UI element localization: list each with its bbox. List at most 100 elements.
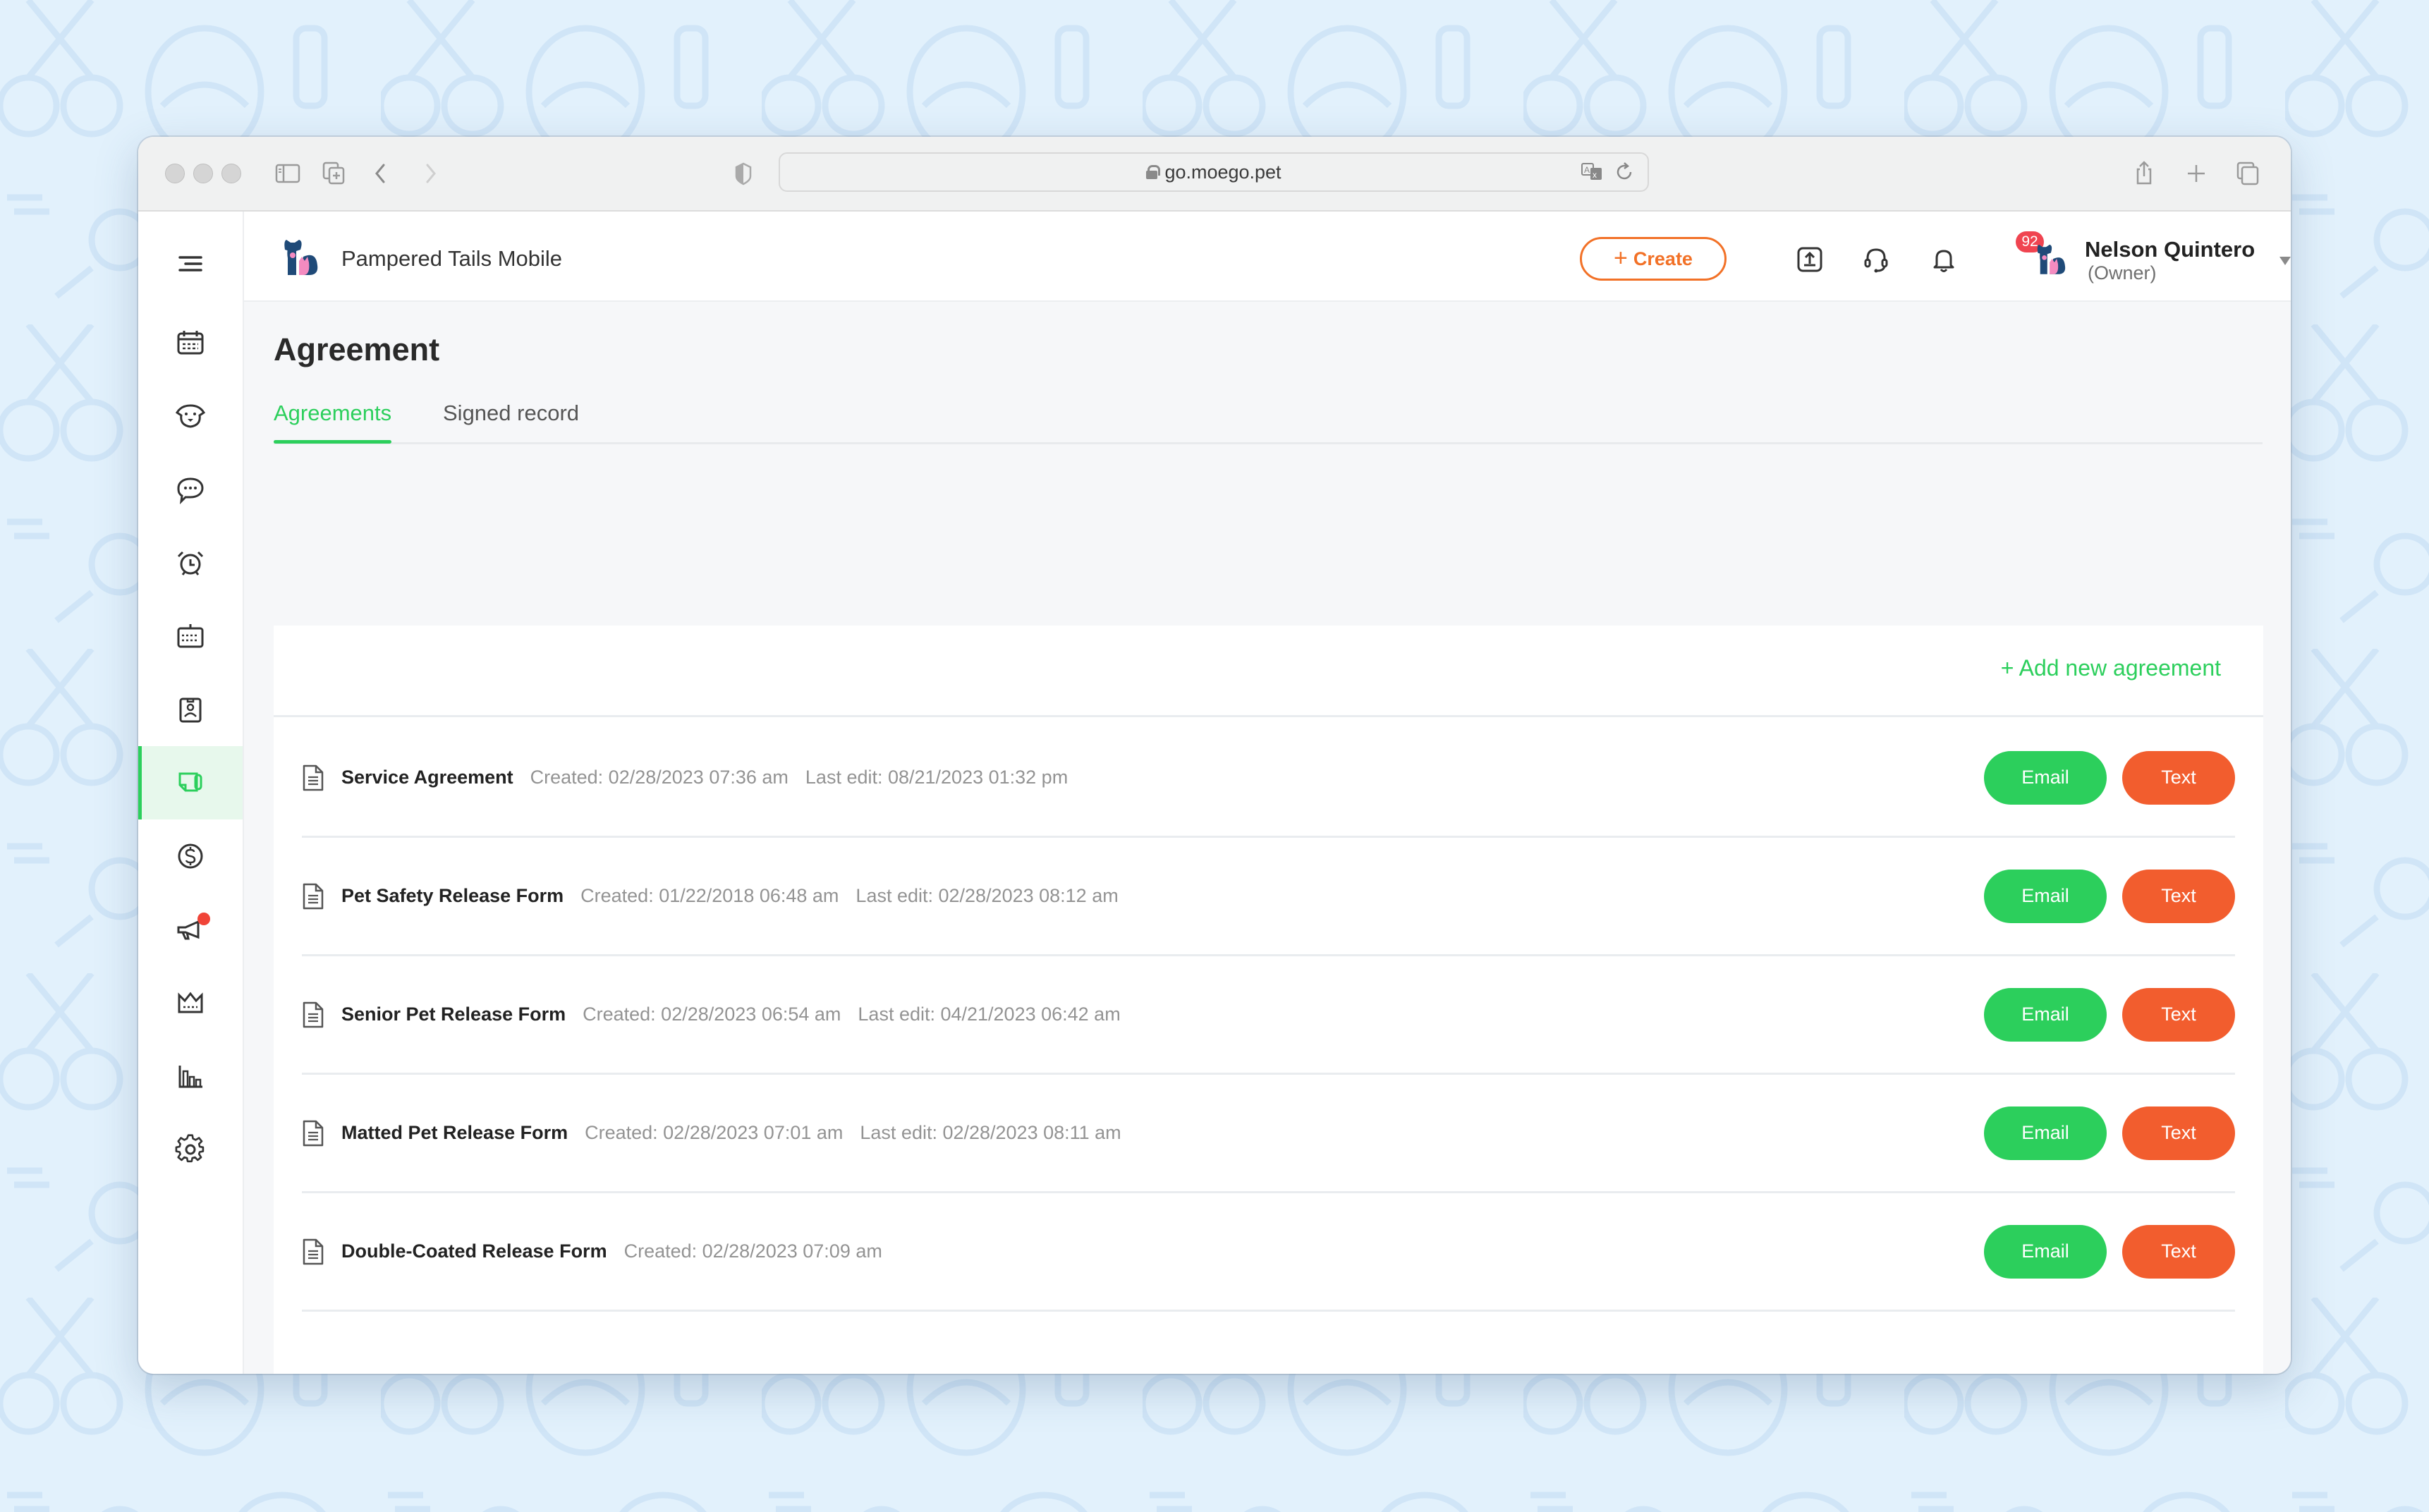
agreement-name[interactable]: Matted Pet Release Form	[341, 1122, 568, 1144]
agreement-row[interactable]: Double-Coated Release Form Created: 02/2…	[302, 1193, 2235, 1312]
agreements-card: + Add new agreement Service Agreement Cr…	[274, 626, 2263, 1374]
sidebar-item-messages[interactable]	[138, 453, 243, 526]
notification-dot	[197, 913, 210, 925]
sidebar-item-clients-pets[interactable]	[138, 379, 243, 453]
business-logo	[282, 237, 326, 280]
app-sidebar	[138, 212, 244, 1374]
document-icon	[302, 1238, 324, 1265]
agreement-created: Created: 02/28/2023 06:54 am	[583, 1004, 841, 1025]
row-actions: Email Text	[1984, 987, 2235, 1042]
card-header: + Add new agreement	[274, 626, 2263, 717]
user-avatar	[2035, 239, 2072, 282]
sidebar-item-agreements[interactable]	[138, 746, 243, 819]
privacy-shield-icon[interactable]	[728, 158, 759, 189]
page-title: Agreement	[274, 331, 440, 367]
chat-bubble-icon	[177, 477, 204, 505]
agreement-name[interactable]: Senior Pet Release Form	[341, 1004, 566, 1025]
support-headset-icon[interactable]	[1859, 243, 1893, 276]
upload-icon[interactable]	[1793, 243, 1827, 276]
new-tab-group-icon[interactable]	[319, 158, 350, 189]
agreement-last-edit: Last edit: 02/28/2023 08:12 am	[856, 885, 1119, 906]
sidebar-item-reports[interactable]	[138, 1040, 243, 1113]
agreement-row[interactable]: Matted Pet Release Form Created: 02/28/2…	[302, 1075, 2235, 1193]
close-window-button[interactable]	[165, 164, 185, 183]
svg-text:A: A	[1584, 165, 1590, 175]
agreement-name[interactable]: Pet Safety Release Form	[341, 885, 564, 907]
user-menu[interactable]: Nelson Quintero (Owner)	[2035, 237, 2291, 284]
sidebar-item-marketing[interactable]	[138, 893, 243, 966]
sidebar-item-calendar[interactable]	[138, 306, 243, 379]
agreement-created: Created: 01/22/2018 06:48 am	[580, 885, 839, 906]
agreement-last-edit: Last edit: 04/21/2023 06:42 am	[858, 1004, 1121, 1025]
create-button[interactable]: + Create	[1580, 237, 1727, 281]
email-button[interactable]: Email	[1984, 869, 2107, 923]
email-button[interactable]: Email	[1984, 750, 2107, 805]
document-icon	[302, 764, 324, 791]
agreement-last-edit: Last edit: 02/28/2023 08:11 am	[860, 1122, 1121, 1143]
browser-window: go.moego.pet Ax Pampered Tails Mobile + …	[138, 137, 2291, 1374]
agreement-name[interactable]: Double-Coated Release Form	[341, 1240, 607, 1262]
tab-agreements[interactable]: Agreements	[274, 401, 392, 444]
crown-icon	[178, 992, 203, 1013]
add-new-agreement-link[interactable]: + Add new agreement	[2001, 655, 2221, 681]
text-button[interactable]: Text	[2122, 869, 2235, 923]
sidebar-item-reminders[interactable]	[138, 526, 243, 599]
share-icon[interactable]	[2129, 158, 2160, 189]
email-button[interactable]: Email	[1984, 987, 2107, 1042]
sidebar-item-membership[interactable]	[138, 966, 243, 1040]
sidebar-item-payments[interactable]	[138, 819, 243, 893]
document-icon	[302, 1001, 324, 1028]
tab-overview-icon[interactable]	[2233, 158, 2264, 189]
sidebar-item-settings[interactable]	[138, 1113, 243, 1186]
dog-face-icon	[175, 404, 206, 428]
row-actions: Email Text	[1984, 1106, 2235, 1160]
create-button-label: Create	[1633, 248, 1693, 269]
row-actions: Email Text	[1984, 869, 2235, 923]
email-button[interactable]: Email	[1984, 1224, 2107, 1279]
business-brand[interactable]: Pampered Tails Mobile	[282, 237, 562, 280]
url-text: go.moego.pet	[1164, 161, 1282, 183]
agreement-icon	[178, 772, 202, 792]
lock-icon	[1146, 165, 1161, 179]
sidebar-item-staff[interactable]	[138, 673, 243, 746]
agreement-created: Created: 02/28/2023 07:36 am	[530, 767, 789, 788]
minimize-window-button[interactable]	[193, 164, 213, 183]
new-tab-icon[interactable]	[2181, 158, 2212, 189]
text-button[interactable]: Text	[2122, 987, 2235, 1042]
dollar-circle-icon	[178, 843, 203, 869]
user-name: Nelson Quintero	[2085, 237, 2256, 262]
sidebar-item-menu[interactable]	[138, 227, 243, 300]
calendar-icon	[177, 331, 204, 355]
tab-signed-record[interactable]: Signed record	[443, 401, 579, 441]
agreement-row[interactable]: Pet Safety Release Form Created: 01/22/2…	[302, 838, 2235, 956]
app-header: Pampered Tails Mobile + Create 92 Nelson…	[244, 212, 2291, 302]
agreement-name[interactable]: Service Agreement	[341, 767, 513, 788]
notifications-bell-icon[interactable]	[1927, 243, 1961, 276]
translate-icon[interactable]: Ax	[1580, 159, 1605, 185]
text-button[interactable]: Text	[2122, 1224, 2235, 1279]
forward-icon[interactable]	[415, 158, 446, 189]
reload-icon[interactable]	[1612, 159, 1638, 185]
row-actions: Email Text	[1984, 1224, 2235, 1279]
agreement-row[interactable]: Senior Pet Release Form Created: 02/28/2…	[302, 956, 2235, 1075]
document-icon	[302, 883, 324, 910]
back-icon[interactable]	[365, 158, 396, 189]
sidebar-item-schedule[interactable]	[138, 599, 243, 673]
email-button[interactable]: Email	[1984, 1106, 2107, 1160]
text-button[interactable]: Text	[2122, 750, 2235, 805]
address-bar[interactable]: go.moego.pet Ax	[779, 152, 1649, 192]
bar-chart-icon	[178, 1066, 202, 1088]
zoom-window-button[interactable]	[221, 164, 241, 183]
calendar-grid-icon	[177, 624, 204, 648]
sidebar-toggle-icon[interactable]	[272, 158, 303, 189]
user-role: (Owner)	[2088, 262, 2157, 284]
id-badge-icon	[179, 697, 202, 723]
agreement-row[interactable]: Service Agreement Created: 02/28/2023 07…	[302, 719, 2235, 838]
agreement-last-edit: Last edit: 08/21/2023 01:32 pm	[805, 767, 1069, 788]
text-button[interactable]: Text	[2122, 1106, 2235, 1160]
main-content: Agreement Agreements Signed record + Add…	[244, 302, 2291, 1374]
browser-titlebar: go.moego.pet Ax	[138, 137, 2291, 212]
agreement-tabs: Agreements Signed record	[274, 391, 2263, 444]
svg-text:x: x	[1593, 170, 1597, 180]
gear-icon	[175, 1134, 205, 1163]
